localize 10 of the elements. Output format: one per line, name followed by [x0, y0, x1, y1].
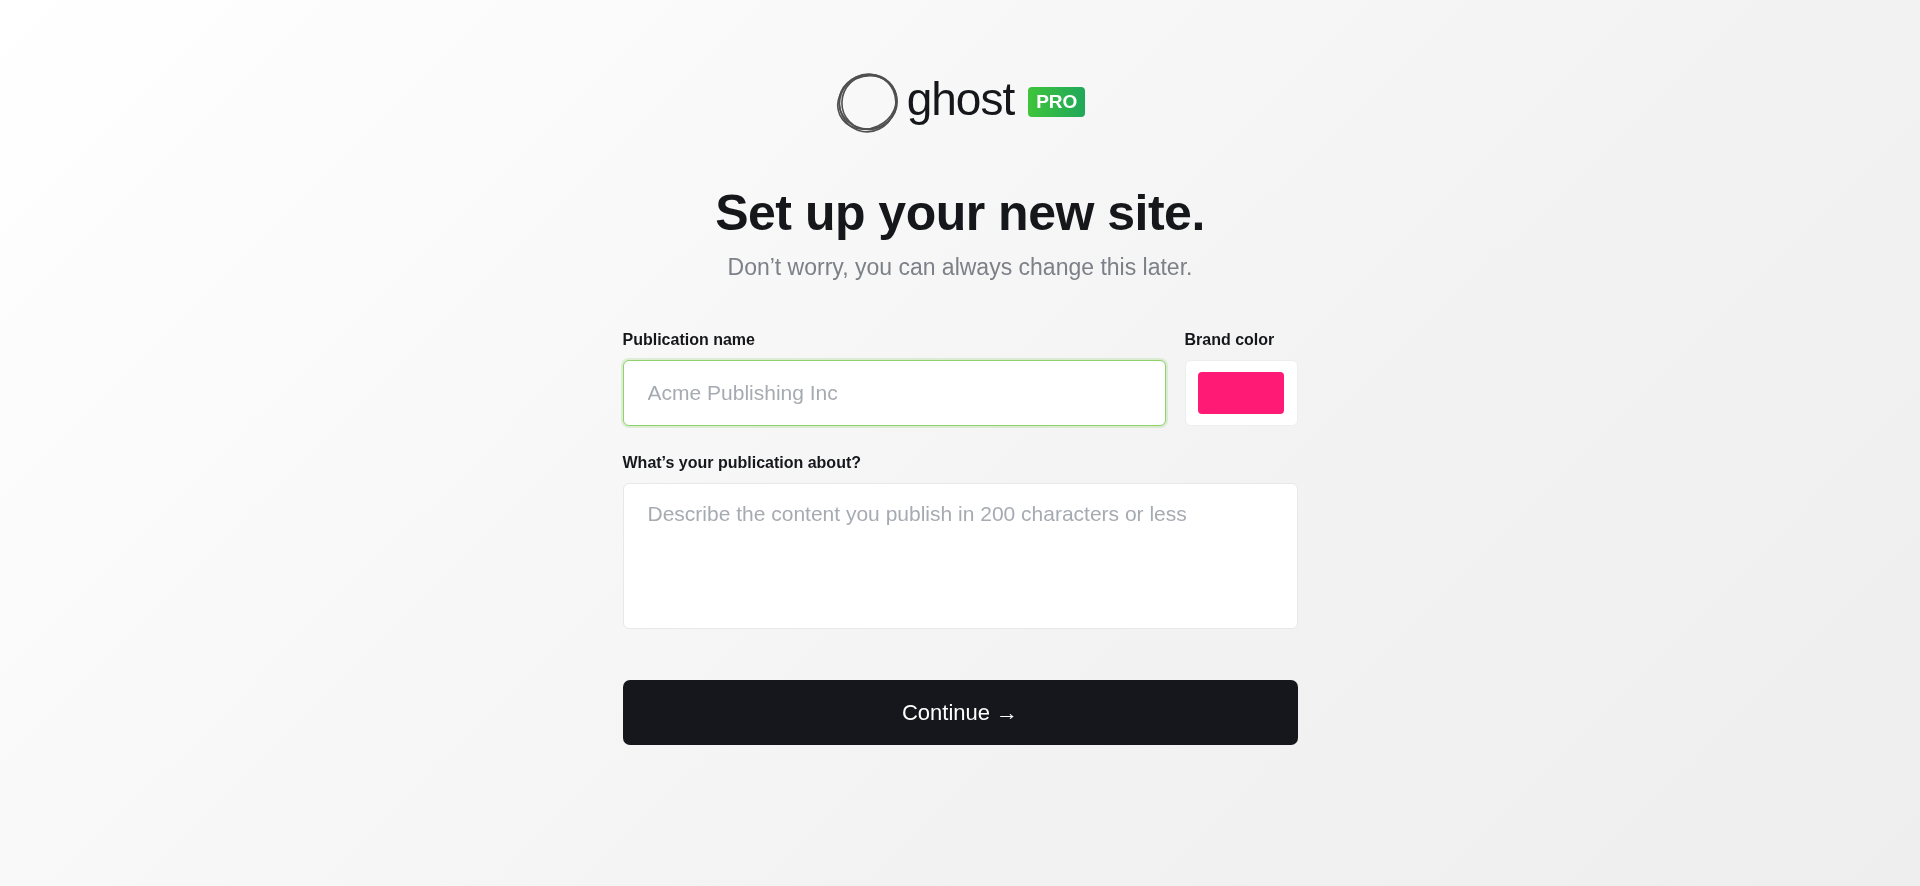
plan-badge: PRO: [1028, 87, 1086, 117]
field-label: Publication name: [622, 331, 756, 349]
field-label: What’s your publication about?: [622, 454, 862, 472]
page-heading: Set up your new site.: [715, 184, 1205, 242]
field-label: Brand color: [1184, 331, 1276, 349]
continue-button[interactable]: Continue →: [622, 680, 1298, 745]
color-picker[interactable]: [1184, 360, 1298, 426]
description-field[interactable]: Describe the content you publish in 200 characters or less: [622, 483, 1298, 629]
publication-name-field[interactable]: Acme Publishing Inc: [622, 360, 1166, 426]
page-subheading: Don’t worry, you can always change this later.: [727, 254, 1193, 281]
